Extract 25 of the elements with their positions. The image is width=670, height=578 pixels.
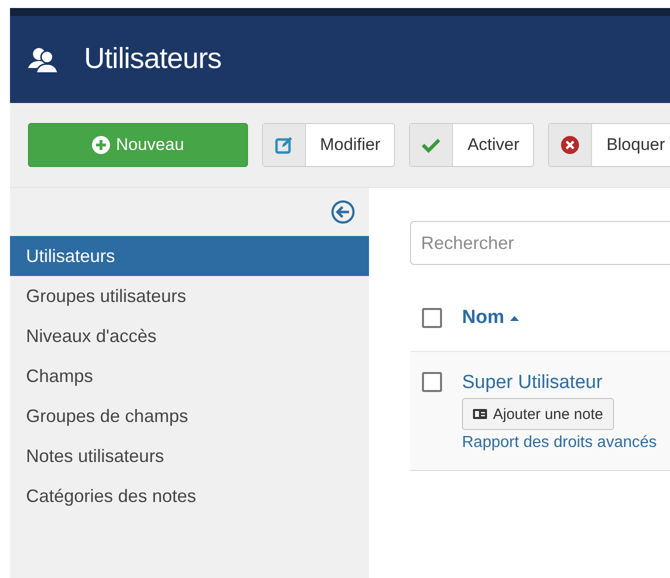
users-icon xyxy=(28,46,58,74)
checkbox[interactable] xyxy=(422,308,442,328)
block-button[interactable]: Bloquer xyxy=(548,123,670,167)
edit-button[interactable]: Modifier xyxy=(262,123,396,167)
sidebar-item[interactable]: Groupes de champs xyxy=(10,396,369,436)
id-card-icon xyxy=(473,409,487,419)
check-icon xyxy=(422,137,440,153)
search-field[interactable]: Rechercher xyxy=(410,221,670,265)
collapse-icon[interactable] xyxy=(331,200,355,224)
user-name-link[interactable]: Super Utilisateur xyxy=(462,372,602,394)
sidebar-item[interactable]: Niveaux d'accès xyxy=(10,316,369,356)
sidebar-item[interactable]: Utilisateurs xyxy=(10,236,369,276)
sidebar-item[interactable]: Champs xyxy=(10,356,369,396)
add-note-button[interactable]: Ajouter une note xyxy=(462,398,614,430)
permissions-report-link[interactable]: Rapport des droits avancés xyxy=(462,434,657,452)
checkbox[interactable] xyxy=(422,372,442,392)
sidebar-item[interactable]: Groupes utilisateurs xyxy=(10,276,369,316)
sidebar-item[interactable]: Notes utilisateurs xyxy=(10,436,369,476)
close-circle-icon xyxy=(561,136,580,154)
plus-circle-icon xyxy=(92,136,110,154)
page-title: Utilisateurs xyxy=(84,43,222,76)
sidebar-item[interactable]: Catégories des notes xyxy=(10,476,369,516)
edit-icon xyxy=(275,136,293,154)
publish-button[interactable]: Activer xyxy=(409,123,534,167)
column-header[interactable]: Nom xyxy=(462,307,520,329)
